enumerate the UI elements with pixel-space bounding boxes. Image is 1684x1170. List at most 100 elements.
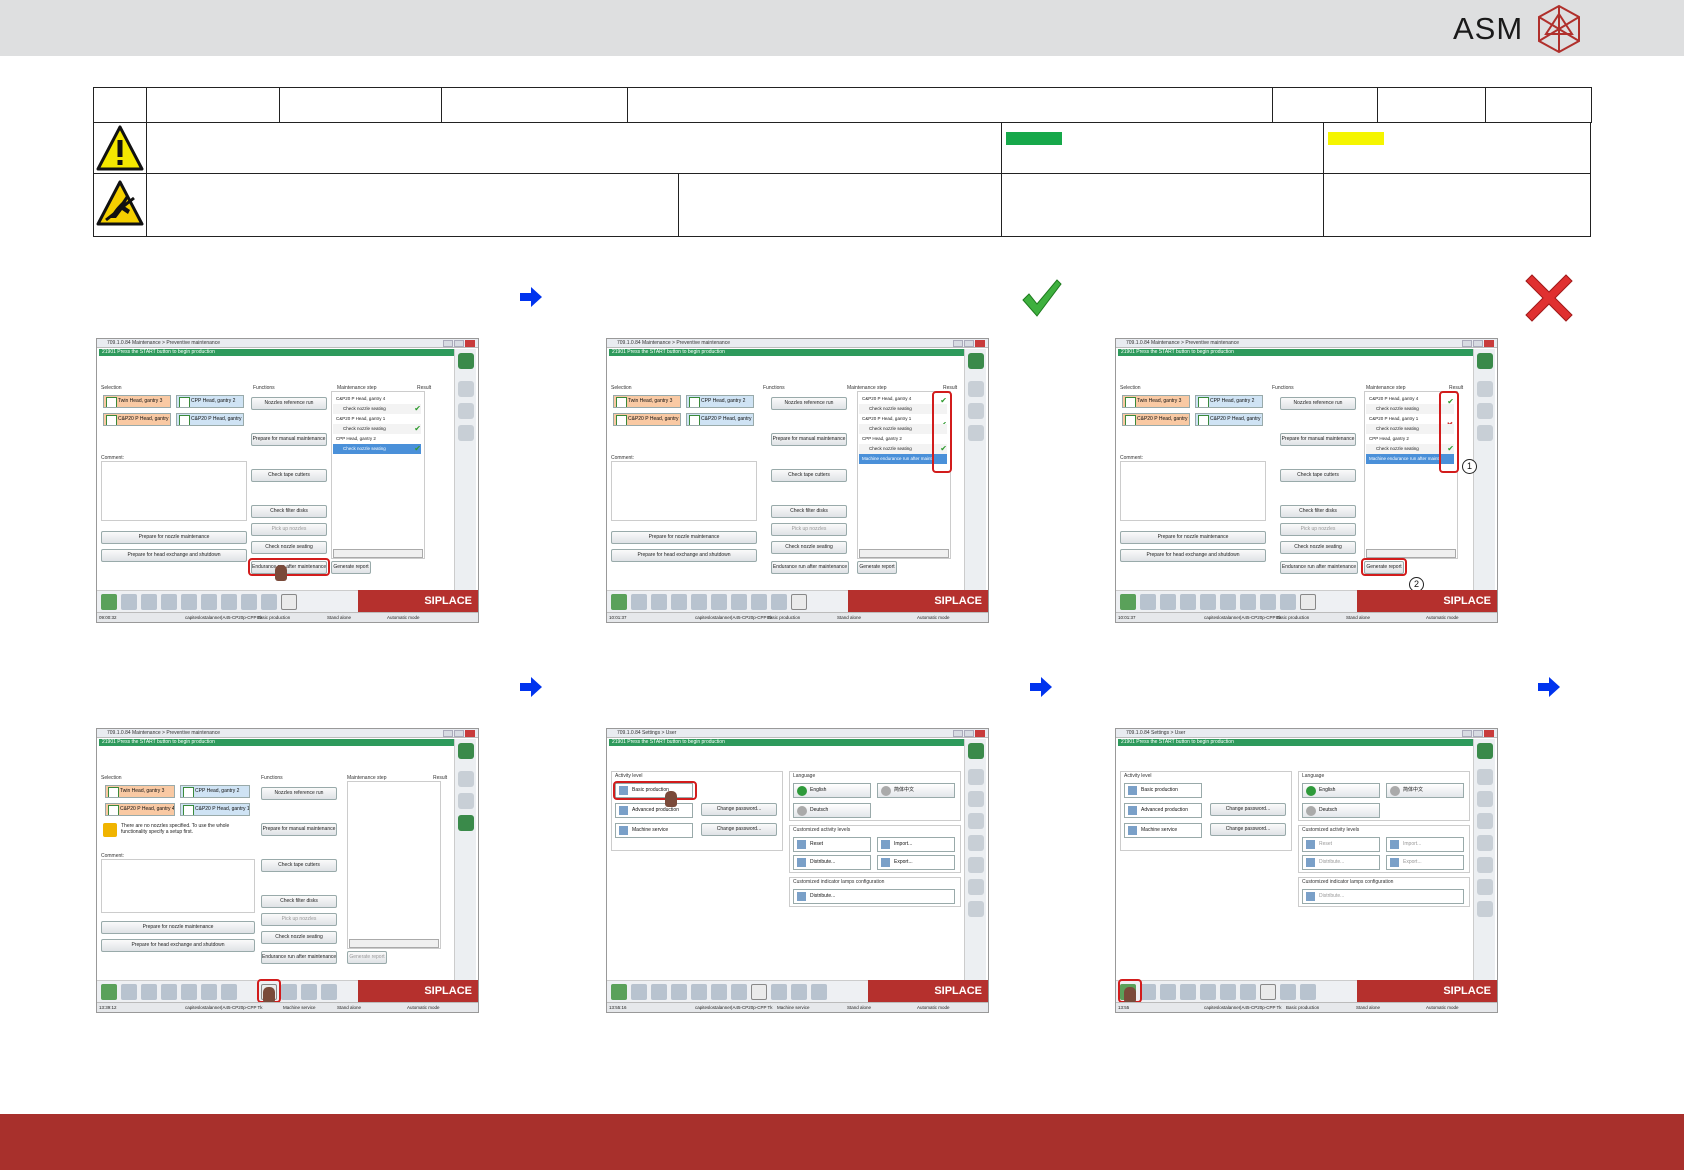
info-icon[interactable] — [968, 743, 984, 759]
camera-icon[interactable] — [221, 984, 237, 1000]
tool-icon[interactable] — [458, 425, 474, 441]
endurance-run-button[interactable]: Endurance run after maintenance — [771, 561, 849, 574]
gantry-checkbox[interactable]: Twin Head, gantry 3 — [1122, 395, 1190, 408]
gantry-checkbox[interactable]: Twin Head, gantry 3 — [613, 395, 681, 408]
minimize-button[interactable] — [1462, 730, 1472, 737]
settings-icon[interactable] — [771, 594, 787, 610]
users-icon[interactable] — [1477, 791, 1493, 807]
check-nozzle-seating-button[interactable]: Check nozzle seating — [1280, 541, 1356, 554]
check-nozzle-seating-button[interactable]: Check nozzle seating — [251, 541, 327, 554]
book-icon[interactable] — [181, 594, 197, 610]
horizontal-scrollbar[interactable] — [333, 549, 423, 558]
maximize-button[interactable] — [964, 730, 974, 737]
prepare-head-button[interactable]: Prepare for head exchange and shutdown — [1120, 549, 1266, 562]
nozzle-reference-button[interactable]: Nozzles reference run — [261, 787, 337, 800]
camera-icon[interactable] — [1240, 984, 1256, 1000]
machine-icon[interactable] — [101, 984, 117, 1000]
gantry-checkbox[interactable]: C&P20 P Head, gantry 4 — [1122, 413, 1190, 426]
chart-icon[interactable] — [651, 984, 667, 1000]
maintenance-icon[interactable] — [281, 594, 297, 610]
check-filter-disks-button[interactable]: Check filter disks — [251, 505, 327, 518]
prepare-nozzle-button[interactable]: Prepare for nozzle maintenance — [101, 531, 247, 544]
info-icon[interactable] — [968, 353, 984, 369]
comment-textarea[interactable] — [611, 461, 757, 521]
save-icon[interactable] — [671, 594, 687, 610]
maximize-button[interactable] — [1473, 730, 1483, 737]
pick-up-nozzles-button[interactable]: Pick up nozzles — [1280, 523, 1356, 536]
machine-icon[interactable] — [611, 984, 627, 1000]
pick-up-nozzles-button[interactable]: Pick up nozzles — [251, 523, 327, 536]
gantry-checkbox[interactable]: C&P20 P Head, gantry 4 — [105, 803, 175, 816]
prepare-head-button[interactable]: Prepare for head exchange and shutdown — [611, 549, 757, 562]
chinese-button[interactable]: 简体中文 — [1386, 783, 1464, 798]
import-button[interactable]: Import... — [1386, 837, 1464, 852]
close-button[interactable] — [975, 340, 985, 347]
user-settings-icon[interactable] — [1260, 984, 1276, 1000]
chart-icon[interactable] — [1160, 984, 1176, 1000]
check-filter-disks-button[interactable]: Check filter disks — [771, 505, 847, 518]
check-tape-cutters-button[interactable]: Check tape cutters — [771, 469, 847, 482]
device-icon[interactable] — [968, 857, 984, 873]
book-icon[interactable] — [691, 984, 707, 1000]
horizontal-scrollbar[interactable] — [1366, 549, 1456, 558]
check-filter-disks-button[interactable]: Check filter disks — [261, 895, 337, 908]
graph-icon[interactable] — [201, 594, 217, 610]
prepare-nozzle-button[interactable]: Prepare for nozzle maintenance — [101, 921, 255, 934]
endurance-run-button[interactable]: Endurance run after maintenance — [261, 951, 337, 964]
machine-icon[interactable] — [101, 594, 117, 610]
camera-icon[interactable] — [731, 594, 747, 610]
list-item[interactable]: CPP Head, gantry 2 — [333, 434, 421, 444]
maximize-button[interactable] — [454, 730, 464, 737]
generate-report-button[interactable]: Generate report — [347, 951, 387, 964]
check-tape-cutters-button[interactable]: Check tape cutters — [261, 859, 337, 872]
graph-icon[interactable] — [1220, 594, 1236, 610]
nozzle-icon[interactable] — [458, 381, 474, 397]
check-nozzle-seating-button[interactable]: Check nozzle seating — [771, 541, 847, 554]
reset-button[interactable]: Reset — [793, 837, 871, 852]
save-icon[interactable] — [161, 594, 177, 610]
generate-report-button[interactable]: Generate report — [331, 561, 371, 574]
book-icon[interactable] — [181, 984, 197, 1000]
save-icon[interactable] — [671, 984, 687, 1000]
change-password-button[interactable]: Change password... — [1210, 803, 1286, 816]
book-icon[interactable] — [1200, 594, 1216, 610]
close-button[interactable] — [975, 730, 985, 737]
user-settings-icon[interactable] — [751, 984, 767, 1000]
comment-textarea[interactable] — [1120, 461, 1266, 521]
grid-icon[interactable] — [1140, 984, 1156, 1000]
list-icon[interactable] — [458, 793, 474, 809]
prepare-nozzle-button[interactable]: Prepare for nozzle maintenance — [611, 531, 757, 544]
change-password-button[interactable]: Change password... — [701, 803, 777, 816]
gantry-checkbox[interactable]: Twin Head, gantry 3 — [103, 395, 171, 408]
reset-button[interactable]: Reset — [1302, 837, 1380, 852]
endurance-run-button[interactable]: Endurance run after maintenance — [1280, 561, 1358, 574]
basic-production-button[interactable]: Basic production — [1124, 783, 1202, 798]
english-button[interactable]: English — [793, 783, 871, 798]
check-tape-cutters-button[interactable]: Check tape cutters — [1280, 469, 1356, 482]
graph-icon[interactable] — [711, 594, 727, 610]
change-password-button[interactable]: Change password... — [701, 823, 777, 836]
pen-icon[interactable] — [1260, 594, 1276, 610]
network-icon[interactable] — [968, 813, 984, 829]
comment-textarea[interactable] — [101, 461, 247, 521]
gantry-checkbox[interactable]: CPP Head, gantry 2 — [180, 785, 250, 798]
maximize-button[interactable] — [454, 340, 464, 347]
gantry-checkbox[interactable]: CPP Head, gantry 2 — [686, 395, 754, 408]
settings-icon[interactable] — [771, 984, 787, 1000]
list-icon[interactable] — [1477, 403, 1493, 419]
graph-icon[interactable] — [1220, 984, 1236, 1000]
maintenance-icon[interactable] — [791, 984, 807, 1000]
distribute-button[interactable]: Distribute... — [793, 855, 871, 870]
minimize-button[interactable] — [1462, 340, 1472, 347]
network-icon[interactable] — [1477, 813, 1493, 829]
deutsch-button[interactable]: Deutsch — [793, 803, 871, 818]
users-icon[interactable] — [968, 791, 984, 807]
prepare-head-button[interactable]: Prepare for head exchange and shutdown — [101, 939, 255, 952]
chart-icon[interactable] — [141, 594, 157, 610]
deutsch-button[interactable]: Deutsch — [1302, 803, 1380, 818]
save-icon[interactable] — [161, 984, 177, 1000]
chinese-button[interactable]: 简体中文 — [877, 783, 955, 798]
pick-up-nozzles-button[interactable]: Pick up nozzles — [261, 913, 337, 926]
info-icon[interactable] — [458, 743, 474, 759]
horizontal-scrollbar[interactable] — [859, 549, 949, 558]
